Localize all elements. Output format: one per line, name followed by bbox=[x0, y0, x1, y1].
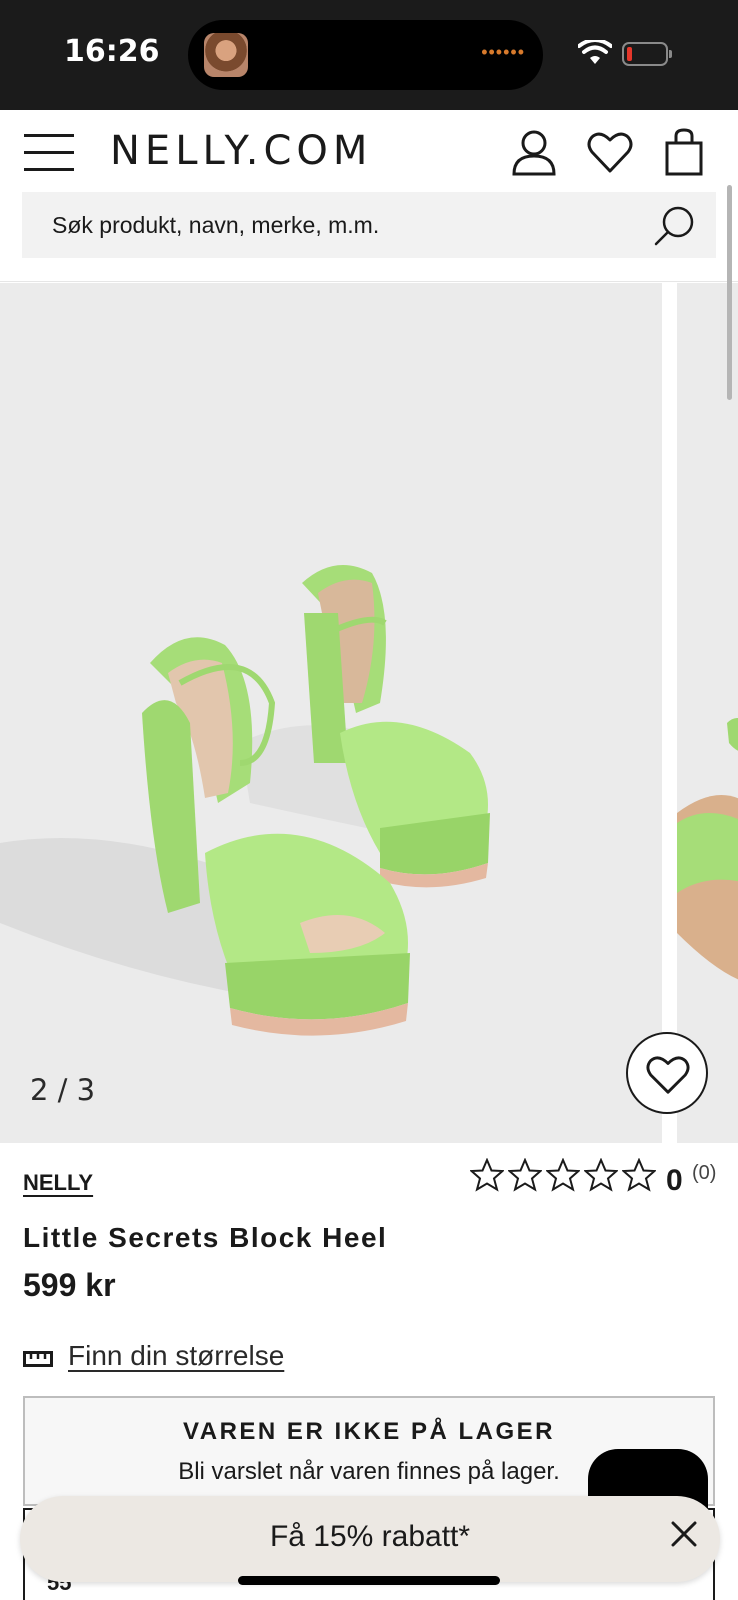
search-input[interactable] bbox=[52, 192, 632, 258]
close-icon[interactable] bbox=[668, 1518, 700, 1550]
scrollbar[interactable] bbox=[727, 185, 732, 400]
favorite-button[interactable] bbox=[626, 1032, 708, 1114]
next-slide-peek[interactable] bbox=[677, 283, 738, 1143]
bag-icon[interactable] bbox=[660, 128, 708, 176]
wishlist-icon[interactable] bbox=[586, 128, 634, 176]
activity-dots: •••••• bbox=[481, 42, 525, 62]
promo-banner[interactable]: Få 15% rabatt* bbox=[20, 1496, 720, 1582]
wifi-icon bbox=[578, 40, 612, 64]
promo-text[interactable]: Få 15% rabatt* bbox=[20, 1520, 720, 1554]
home-indicator[interactable] bbox=[238, 1576, 500, 1585]
avatar bbox=[204, 33, 248, 77]
shoes-illustration bbox=[0, 565, 490, 1036]
battery-icon bbox=[622, 42, 672, 66]
product-price: 599 kr bbox=[23, 1267, 116, 1303]
product-gallery[interactable]: 2 / 3 bbox=[0, 283, 738, 1143]
status-time: 16:26 bbox=[64, 34, 160, 69]
menu-icon[interactable] bbox=[24, 132, 74, 172]
star-icon bbox=[508, 1158, 542, 1192]
site-logo[interactable]: NELLY.COM bbox=[110, 128, 372, 174]
stock-title: VAREN ER IKKE PÅ LAGER bbox=[183, 1418, 555, 1445]
product-rating[interactable]: 0 (0) bbox=[470, 1158, 730, 1200]
star-icon bbox=[546, 1158, 580, 1192]
product-image[interactable] bbox=[0, 283, 662, 1143]
rating-value: 0 bbox=[666, 1164, 683, 1197]
product-title: Little Secrets Block Heel bbox=[23, 1222, 388, 1253]
brand-link[interactable]: NELLY bbox=[23, 1170, 93, 1196]
dynamic-island[interactable]: •••••• bbox=[188, 20, 543, 90]
account-icon[interactable] bbox=[510, 128, 558, 176]
status-bar: 16:26 •••••• bbox=[0, 0, 738, 110]
star-icon bbox=[584, 1158, 618, 1192]
site-header: NELLY.COM bbox=[0, 110, 738, 282]
star-icon bbox=[622, 1158, 656, 1192]
size-guide-label[interactable]: Finn din størrelse bbox=[68, 1340, 284, 1372]
image-counter: 2 / 3 bbox=[30, 1073, 96, 1107]
heart-icon bbox=[646, 1056, 690, 1094]
star-icon bbox=[470, 1158, 504, 1192]
search-bar bbox=[22, 192, 716, 258]
ruler-icon bbox=[23, 1351, 53, 1367]
search-icon[interactable] bbox=[652, 204, 696, 248]
rating-count: (0) bbox=[692, 1162, 717, 1184]
